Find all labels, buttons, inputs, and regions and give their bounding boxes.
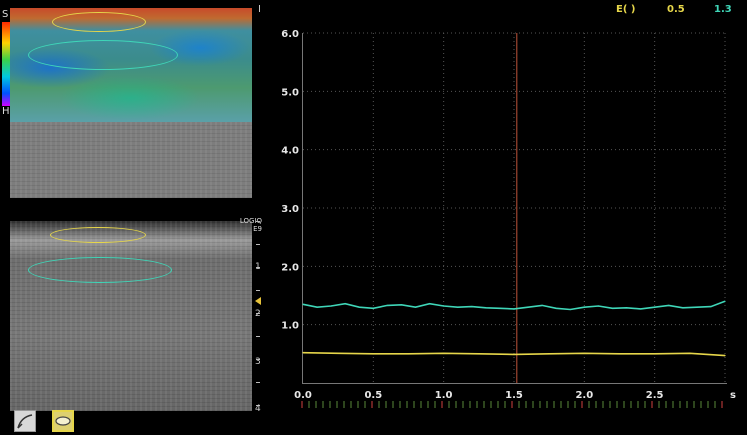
series-0-point bbox=[429, 303, 431, 305]
elasticity-label: E( ) bbox=[616, 4, 636, 15]
elasticity-time-plot: 6.0 5.0 4.0 3.0 2.0 1.0 0.0 0.5 1.0 1.5 2.0 2.5 s bbox=[281, 29, 736, 401]
series-0-point bbox=[400, 304, 403, 306]
series-0-point bbox=[485, 307, 487, 309]
elastography-image bbox=[10, 8, 252, 198]
focus-marker-icon[interactable] bbox=[255, 297, 261, 305]
series-1-point bbox=[654, 353, 656, 355]
series-0-point bbox=[625, 307, 628, 309]
series-0-point bbox=[471, 305, 473, 308]
series-0-point bbox=[710, 305, 712, 308]
series-0-point bbox=[316, 306, 318, 308]
depth-label-3: 3 bbox=[255, 357, 261, 367]
scale-bottom-label: H bbox=[2, 106, 10, 117]
elasticity-color-scale bbox=[2, 22, 10, 106]
series-1-point bbox=[337, 352, 339, 354]
ellipse-roi-icon bbox=[55, 416, 71, 426]
series-1-point bbox=[478, 353, 480, 355]
series-0-point bbox=[386, 304, 388, 307]
series-0-point bbox=[443, 305, 445, 307]
y-tick-label: 5.0 bbox=[281, 87, 299, 98]
series-0-point bbox=[696, 306, 698, 308]
series-0-point bbox=[555, 307, 557, 309]
roi-yellow-ellipse-bmode[interactable] bbox=[50, 227, 146, 243]
series-1-point bbox=[689, 352, 691, 354]
curve-tool-icon bbox=[17, 414, 33, 429]
series-0-point bbox=[541, 304, 543, 307]
series-1-point bbox=[583, 352, 585, 354]
series-0-point bbox=[611, 307, 614, 309]
series-0-point bbox=[527, 306, 529, 308]
series-1-point bbox=[513, 353, 515, 356]
series-0-point bbox=[640, 308, 642, 310]
series-0-point bbox=[654, 306, 656, 308]
roi-cyan-ellipse-bmode[interactable] bbox=[28, 257, 172, 283]
ellipse-roi-button[interactable] bbox=[52, 410, 74, 432]
series-0-point bbox=[302, 303, 304, 305]
roi-cyan-value: 1.3 bbox=[714, 4, 732, 15]
plot-canvas: 6.05.04.03.02.01.00.0 0.5 1.0 1.5 2.0 2.5 s bbox=[281, 29, 736, 401]
roi-cyan-ellipse[interactable] bbox=[28, 40, 178, 70]
roi-yellow-value: 0.5 bbox=[667, 4, 685, 15]
curve-tool-button[interactable] bbox=[14, 410, 36, 432]
series-1-point bbox=[724, 354, 726, 357]
depth-label-4: 4 bbox=[255, 404, 261, 414]
series-0-point bbox=[569, 308, 571, 311]
series-0-point bbox=[330, 305, 332, 307]
depth-label-1: 1 bbox=[255, 262, 261, 272]
y-tick-label: 6.0 bbox=[281, 29, 299, 40]
series-0-point bbox=[372, 307, 374, 309]
y-tick-label: 2.0 bbox=[281, 262, 299, 273]
y-tick-label: 4.0 bbox=[281, 146, 299, 157]
series-0-point bbox=[344, 303, 346, 305]
series-0-point bbox=[583, 306, 585, 308]
series-0-point bbox=[668, 304, 670, 307]
series-0-point bbox=[457, 306, 459, 308]
series-0-point bbox=[513, 308, 515, 310]
series-0-point bbox=[499, 307, 501, 309]
depth-label-2: 2 bbox=[255, 309, 261, 319]
roi-yellow-ellipse[interactable] bbox=[52, 12, 146, 32]
frame-cursor-marker: I bbox=[258, 4, 261, 15]
y-tick-label: 1.0 bbox=[281, 321, 299, 332]
series-0-point bbox=[358, 306, 360, 308]
series-1-point bbox=[407, 353, 410, 355]
series-0-point bbox=[597, 305, 599, 307]
scale-top-label: S bbox=[2, 9, 9, 20]
series-1-point bbox=[443, 352, 445, 354]
time-tick-bar bbox=[297, 395, 727, 408]
x-tick-label: s bbox=[730, 390, 736, 401]
series-1-point bbox=[618, 353, 621, 355]
series-0-point bbox=[682, 307, 684, 309]
depth-scale: 1 2 3 4 bbox=[252, 221, 266, 416]
y-tick-label: 3.0 bbox=[281, 204, 299, 215]
time-tick-marks bbox=[301, 401, 723, 408]
series-1-point bbox=[548, 353, 550, 355]
series-1-point bbox=[372, 353, 374, 355]
series-1-point bbox=[302, 352, 304, 354]
series-0-point bbox=[414, 306, 417, 308]
b-mode-background bbox=[10, 122, 252, 198]
b-mode-image bbox=[10, 221, 252, 411]
series-0-point bbox=[724, 300, 726, 302]
